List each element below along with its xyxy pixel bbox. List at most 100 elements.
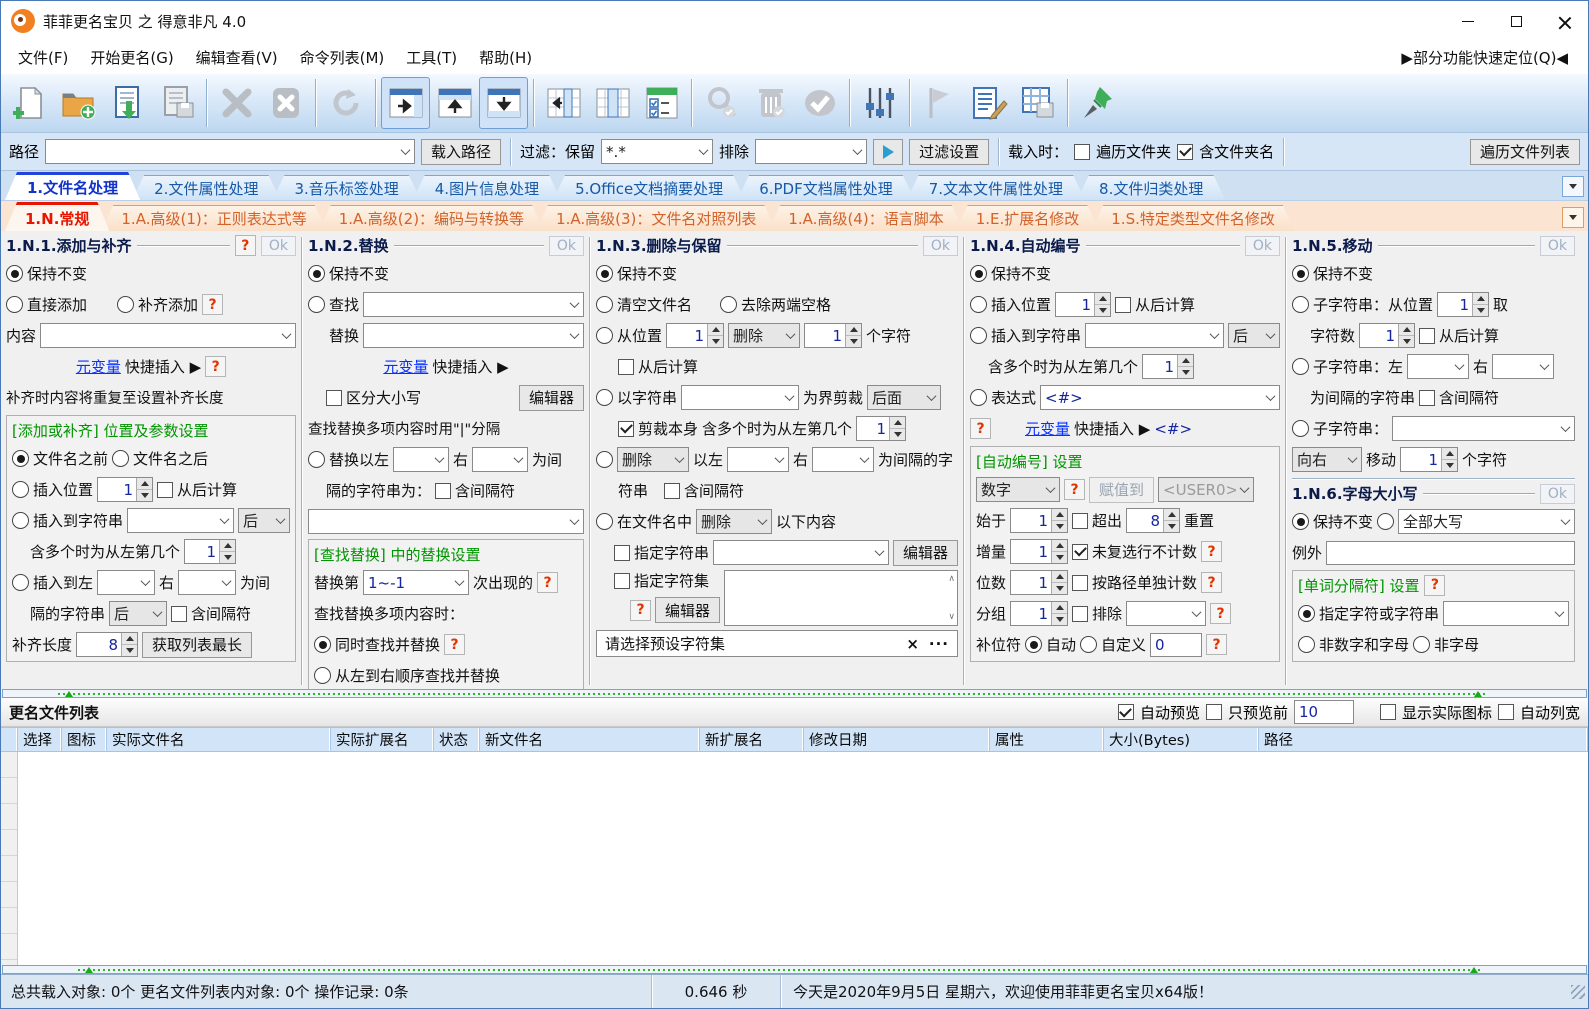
scroll-up-icon[interactable]: ∧ (948, 574, 955, 584)
include-sep-checkbox[interactable] (664, 482, 681, 499)
help-button[interactable]: ? (1064, 479, 1085, 500)
preview-first-checkbox[interactable] (1205, 704, 1222, 720)
case-mode-radio[interactable] (1377, 513, 1395, 530)
metavar-link[interactable]: 元变量 (76, 356, 121, 377)
in-name-delete-radio[interactable] (596, 513, 613, 530)
path-combobox[interactable] (45, 139, 416, 164)
save-list-button[interactable] (152, 77, 201, 129)
exception-input[interactable] (1326, 540, 1575, 565)
column-path[interactable]: 路径 (1259, 728, 1588, 751)
load-path-button[interactable]: 载入路径 (421, 138, 502, 165)
insert-to-string-radio[interactable] (970, 327, 987, 344)
auto-preview-label[interactable]: 自动预览 (1140, 702, 1200, 723)
keep-unchanged-label[interactable]: 保持不变 (27, 263, 87, 284)
metavar-link[interactable]: 元变量 (1025, 418, 1070, 439)
include-sep-label[interactable]: 含间隔符 (455, 480, 515, 501)
chevron-down-icon[interactable] (1236, 478, 1253, 501)
chevron-down-icon[interactable] (278, 324, 295, 347)
keep-unchanged-label[interactable]: 保持不变 (1313, 511, 1373, 532)
pad-length-spinner[interactable]: 8 (76, 632, 139, 657)
tab-file-attributes[interactable]: 2.文件属性处理 (132, 175, 280, 200)
spec-char-radio[interactable] (1298, 605, 1315, 622)
chevron-down-icon[interactable] (1042, 478, 1059, 501)
between-replace-combobox[interactable] (308, 509, 584, 534)
charset-textarea[interactable]: ∧ ∨ (724, 570, 958, 626)
chevron-down-icon[interactable] (1451, 355, 1468, 378)
chevron-down-icon[interactable] (923, 386, 940, 409)
char-count-spinner[interactable]: 1 (804, 323, 863, 348)
tab-advanced-regex[interactable]: 1.A.高级(1)：正则表达式等 (101, 205, 326, 231)
quick-insert-label[interactable]: 快捷插入 ▶ (1074, 418, 1150, 439)
tab-music-tags[interactable]: 3.音乐标签处理 (272, 175, 420, 200)
settings-button[interactable] (855, 77, 904, 129)
simultaneous-radio[interactable] (314, 636, 331, 653)
menu-help[interactable]: 帮助(H) (468, 43, 543, 72)
user-var-combobox[interactable]: <USER0> (1158, 477, 1255, 502)
quick-insert-label[interactable]: 快捷插入 ▶ (125, 356, 201, 377)
column-new-extension[interactable]: 新扩展名 (700, 728, 804, 751)
keep-unchanged-radio[interactable] (1292, 513, 1309, 530)
tab-image-info[interactable]: 4.图片信息处理 (413, 175, 561, 200)
chevron-down-icon[interactable] (1557, 417, 1574, 440)
help-button[interactable]: ? (537, 572, 559, 593)
in-name-label[interactable]: 在文件名中 (617, 511, 692, 532)
tab-extension-modify[interactable]: 1.E.扩展名修改 (956, 205, 1100, 231)
count-from-end-label[interactable]: 从后计算 (177, 479, 237, 500)
auto-col-width-label[interactable]: 自动列宽 (1520, 702, 1580, 723)
keep-unchanged-radio[interactable] (1292, 265, 1309, 282)
traverse-folders-label[interactable]: 遍历文件夹 (1096, 141, 1171, 162)
clear-preset-icon[interactable]: × (906, 635, 919, 653)
chevron-down-icon[interactable] (871, 541, 888, 564)
non-alnum-radio[interactable] (1298, 636, 1315, 653)
spec-string-combobox[interactable] (713, 540, 889, 565)
left-sep-combobox[interactable] (1407, 354, 1470, 379)
exceed-spinner[interactable]: 8 (1126, 508, 1181, 533)
char-count-spinner[interactable]: 1 (1359, 323, 1416, 348)
insert-pos-label[interactable]: 插入位置 (33, 479, 93, 500)
substring-between-radio[interactable] (1292, 358, 1309, 375)
include-folder-name-checkbox[interactable] (1177, 143, 1194, 160)
chevron-down-icon[interactable] (272, 509, 289, 532)
help-button[interactable]: ? (630, 599, 651, 621)
help-button[interactable]: ? (205, 356, 227, 377)
chevron-down-icon[interactable] (1551, 602, 1568, 625)
between-mode-combobox[interactable]: 删除 (617, 447, 689, 472)
help-button[interactable]: ? (1210, 603, 1232, 624)
assign-to-button[interactable]: 赋值到 (1089, 476, 1155, 503)
before-name-radio[interactable] (12, 450, 29, 467)
find-replace-radio[interactable] (308, 296, 325, 313)
pad-add-radio[interactable] (117, 296, 135, 313)
traverse-file-list-button[interactable]: 遍历文件列表 (1469, 138, 1580, 165)
non-alpha-label[interactable]: 非字母 (1434, 634, 1479, 655)
case-mode-combobox[interactable]: 全部大写 (1398, 509, 1575, 534)
substring-pos-label[interactable]: 子字符串：从位置 (1313, 294, 1433, 315)
column-layout-button[interactable] (588, 77, 637, 129)
include-sep-label[interactable]: 含间隔符 (1439, 387, 1499, 408)
digits-spinner[interactable]: 1 (1010, 570, 1069, 595)
insert-between-radio[interactable] (12, 574, 29, 591)
chevron-down-icon[interactable] (671, 448, 688, 471)
substring-pos-radio[interactable] (1292, 296, 1309, 313)
sep-pos-combobox[interactable]: 后 (109, 601, 168, 626)
expression-radio[interactable] (970, 389, 987, 406)
help-button[interactable]: ? (444, 634, 466, 655)
menu-tools[interactable]: 工具(T) (395, 43, 468, 72)
chevron-down-icon[interactable] (1262, 324, 1279, 347)
find-combobox[interactable] (363, 292, 584, 317)
count-from-end-checkbox[interactable] (1419, 327, 1436, 344)
clear-name-radio[interactable] (596, 296, 613, 313)
charset-editor-button[interactable]: 编辑器 (655, 597, 721, 623)
auto-pad-radio[interactable] (1025, 636, 1043, 653)
by-string-label[interactable]: 以字符串 (617, 387, 677, 408)
panel-right-layout-button[interactable] (381, 77, 430, 129)
per-path-checkbox[interactable] (1072, 574, 1089, 591)
filter-exclude-combobox[interactable] (755, 139, 868, 164)
column-modified-date[interactable]: 修改日期 (804, 728, 990, 751)
direction-combobox[interactable]: 向右 (1292, 447, 1362, 472)
chevron-down-icon[interactable] (149, 602, 166, 625)
count-from-end-label[interactable]: 从后计算 (1439, 325, 1499, 346)
show-real-icons-checkbox[interactable] (1379, 704, 1396, 720)
tab-advanced-encoding[interactable]: 1.A.高级(2)：编码与转换等 (319, 205, 544, 231)
quick-locate-label[interactable]: ▶部分功能快速定位(Q)◀ (1401, 47, 1582, 68)
from-position-radio[interactable] (596, 327, 613, 344)
